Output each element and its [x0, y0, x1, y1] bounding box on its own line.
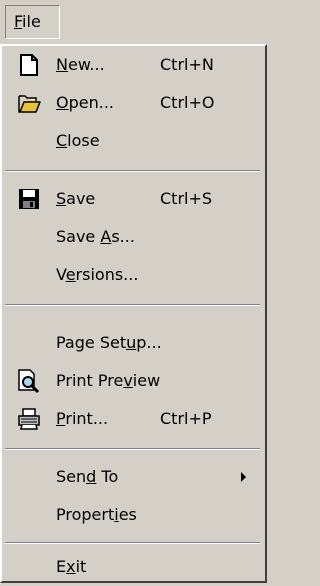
menu-item-print-preview-label-pre: Print Pre	[56, 371, 124, 390]
menu-item-page-setup[interactable]: Page Setup...	[2, 324, 265, 362]
menu-item-open-label-post: pen...	[68, 93, 114, 112]
menu-item-send-to-mnemonic: d	[86, 467, 97, 486]
menu-separator	[5, 170, 260, 172]
menu-item-save[interactable]: Save Ctrl+S	[2, 180, 265, 218]
open-folder-icon	[16, 90, 42, 116]
menu-item-properties[interactable]: Properties	[2, 496, 265, 534]
menu-item-save-label-post: ave	[66, 189, 96, 208]
file-menu-dropdown: New... Ctrl+N Open... Ctrl+O Close Save	[0, 44, 267, 583]
menu-item-print-mnemonic: P	[56, 409, 66, 428]
menu-item-print-preview-label-post: iew	[132, 371, 161, 390]
menu-item-save-shortcut: Ctrl+S	[160, 189, 213, 208]
menu-item-page-setup-mnemonic: u	[126, 333, 137, 352]
menu-item-page-setup-label-post: p...	[136, 333, 162, 352]
menu-item-properties-label-pre: Propert	[56, 505, 115, 524]
menu-item-open-mnemonic: O	[56, 93, 69, 112]
menu-item-send-to-label-post: To	[96, 467, 119, 486]
menu-item-print[interactable]: Print... Ctrl+P	[2, 400, 265, 438]
menu-item-print-preview-mnemonic: v	[123, 371, 133, 390]
menu-item-versions-mnemonic: e	[65, 265, 76, 284]
menu-item-print-label-post: rint...	[65, 409, 109, 428]
menu-item-new-shortcut: Ctrl+N	[160, 55, 214, 74]
menu-item-close[interactable]: Close	[2, 122, 265, 160]
new-document-icon	[16, 52, 42, 78]
menu-item-save-mnemonic: S	[56, 189, 67, 208]
menu-item-close-label-post: lose	[67, 131, 100, 150]
menu-item-send-to-label-pre: Sen	[56, 467, 87, 486]
menu-separator	[5, 448, 260, 450]
menu-item-open[interactable]: Open... Ctrl+O	[2, 84, 265, 122]
menu-item-print-preview[interactable]: Print Preview	[2, 362, 265, 400]
menu-item-save-as-label-post: s...	[111, 227, 135, 246]
print-preview-icon	[16, 368, 42, 394]
menu-item-open-shortcut: Ctrl+O	[160, 93, 215, 112]
save-disk-icon	[16, 186, 42, 212]
menu-item-close-mnemonic: C	[56, 131, 68, 150]
menu-item-new-mnemonic: N	[56, 55, 68, 74]
file-menu-title-mnemonic: F	[14, 12, 23, 31]
menu-item-send-to[interactable]: Send To	[2, 458, 265, 496]
menu-item-exit[interactable]: Exit	[2, 548, 265, 586]
menu-bar: File	[0, 0, 267, 44]
printer-icon	[16, 406, 42, 432]
menu-separator	[5, 304, 260, 306]
menu-item-page-setup-label-pre: Page Set	[56, 333, 127, 352]
menu-item-save-as-mnemonic: A	[100, 227, 112, 246]
menu-item-versions[interactable]: Versions...	[2, 256, 265, 294]
file-menu-title[interactable]: File	[5, 5, 60, 39]
menu-item-new[interactable]: New... Ctrl+N	[2, 46, 265, 84]
menu-item-versions-label-pre: V	[56, 265, 66, 284]
menu-separator	[5, 542, 260, 544]
submenu-arrow-icon	[241, 472, 246, 482]
menu-item-versions-label-post: rsions...	[75, 265, 139, 284]
menu-item-properties-label-post: es	[118, 505, 137, 524]
menu-item-exit-label-pre: E	[56, 557, 67, 576]
menu-item-new-label-post: ew...	[67, 55, 105, 74]
menu-item-save-as-label-pre: Save	[56, 227, 101, 246]
menu-item-print-shortcut: Ctrl+P	[160, 409, 212, 428]
menu-item-save-as[interactable]: Save As...	[2, 218, 265, 256]
file-menu-title-rest: ile	[22, 12, 41, 31]
menu-item-exit-label-post: it	[75, 557, 87, 576]
menu-item-exit-mnemonic: x	[66, 557, 76, 576]
